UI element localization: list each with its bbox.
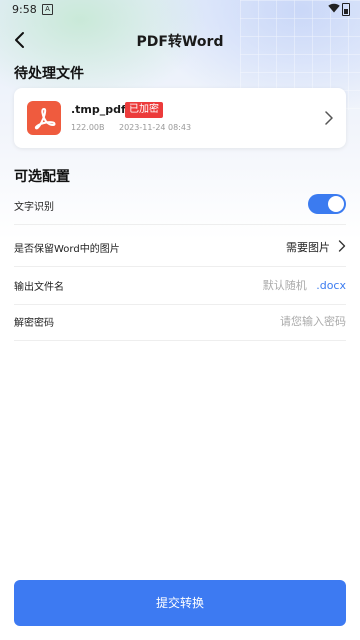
battery-icon: [342, 3, 350, 16]
ocr-label: 文字识别: [14, 202, 54, 213]
encrypted-badge: 已加密: [125, 102, 163, 118]
wifi-icon: [328, 3, 340, 13]
output-name-placeholder: 默认随机: [262, 279, 307, 292]
file-card[interactable]: .tmp_pdf 已加密 122.00B 2023-11-24 08:43: [14, 88, 346, 148]
output-name-row: 输出文件名 默认随机 .docx: [14, 266, 346, 305]
password-input[interactable]: 请您输入密码: [280, 313, 346, 329]
file-date: 2023-11-24 08:43: [119, 123, 192, 132]
notification-icon: A: [42, 4, 53, 15]
pdf-file-icon: [27, 101, 61, 135]
toggle-knob: [328, 196, 344, 212]
file-name: .tmp_pdf: [71, 103, 126, 116]
keep-images-row[interactable]: 是否保留Word中的图片 需要图片: [14, 228, 346, 267]
output-extension: .docx: [316, 279, 346, 292]
options-heading: 可选配置: [14, 169, 70, 185]
file-size: 122.00B: [71, 123, 105, 132]
output-name-label: 输出文件名: [14, 282, 64, 293]
ocr-row: 文字识别: [14, 186, 346, 225]
status-bar: 9:58 A: [0, 0, 360, 20]
ocr-toggle[interactable]: [308, 194, 346, 214]
chevron-right-icon: [325, 111, 333, 125]
keep-images-value: 需要图片: [286, 241, 330, 254]
keep-images-label: 是否保留Word中的图片: [14, 244, 120, 255]
status-time: 9:58: [12, 3, 37, 16]
password-label: 解密密码: [14, 318, 54, 329]
navigation-bar: PDF转Word: [0, 20, 360, 60]
password-row: 解密密码 请您输入密码: [14, 302, 346, 341]
pending-files-heading: 待处理文件: [14, 66, 84, 82]
output-name-field[interactable]: 默认随机 .docx: [263, 277, 346, 293]
chevron-right-icon: [338, 240, 346, 252]
page-title: PDF转Word: [136, 34, 224, 50]
submit-button[interactable]: 提交转换: [14, 580, 346, 626]
